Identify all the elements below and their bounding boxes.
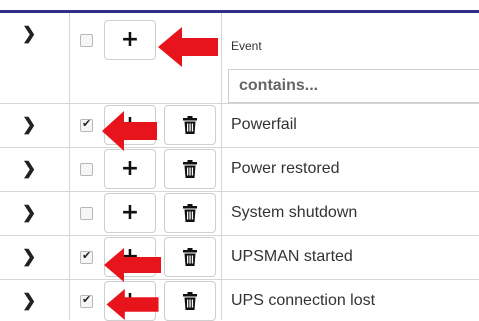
row-divider <box>0 103 479 104</box>
event-name: UPS connection lost <box>231 292 376 309</box>
red-arrow-icon <box>102 111 157 151</box>
trash-icon <box>183 248 197 266</box>
trash-icon <box>183 160 197 178</box>
event-filter-input[interactable] <box>228 69 479 103</box>
event-name: Powerfail <box>231 116 297 133</box>
row-divider <box>0 235 479 236</box>
row-expand-chevron-icon[interactable]: ❯ <box>22 204 36 221</box>
red-arrow-icon <box>104 248 161 282</box>
row-checkbox[interactable] <box>80 293 93 308</box>
delete-button[interactable] <box>164 281 216 321</box>
select-all-checkbox[interactable] <box>80 34 93 47</box>
add-button[interactable]: + <box>104 193 156 233</box>
expand-all-chevron-icon[interactable]: ❯ <box>22 25 36 42</box>
row-checkbox[interactable] <box>80 117 93 132</box>
row-divider <box>0 191 479 192</box>
plus-icon: + <box>120 27 140 52</box>
event-table: ❯ + Event ❯ + Powerfail ❯ + <box>0 13 479 321</box>
row-expand-chevron-icon[interactable]: ❯ <box>22 292 36 309</box>
trash-icon <box>183 292 197 310</box>
delete-button[interactable] <box>164 105 216 145</box>
row-checkbox[interactable] <box>80 207 93 220</box>
column-divider <box>221 13 222 320</box>
plus-icon: + <box>120 156 140 181</box>
delete-button[interactable] <box>164 149 216 189</box>
event-name: Power restored <box>231 160 340 177</box>
trash-icon <box>183 116 197 134</box>
red-arrow-icon <box>158 27 218 67</box>
delete-button[interactable] <box>164 237 216 277</box>
event-name: UPSMAN started <box>231 248 353 265</box>
event-name: System shutdown <box>231 204 358 221</box>
plus-icon: + <box>120 200 140 225</box>
trash-icon <box>183 204 197 222</box>
row-expand-chevron-icon[interactable]: ❯ <box>22 248 36 265</box>
row-divider <box>0 147 479 148</box>
row-expand-chevron-icon[interactable]: ❯ <box>22 160 36 177</box>
add-button[interactable]: + <box>104 149 156 189</box>
red-arrow-icon <box>106 289 159 320</box>
add-button[interactable]: + <box>104 20 156 60</box>
column-header-event: Event <box>231 39 262 53</box>
delete-button[interactable] <box>164 193 216 233</box>
row-checkbox[interactable] <box>80 249 93 264</box>
row-expand-chevron-icon[interactable]: ❯ <box>22 116 36 133</box>
row-checkbox[interactable] <box>80 163 93 176</box>
row-divider <box>0 279 479 280</box>
column-divider <box>69 13 70 320</box>
